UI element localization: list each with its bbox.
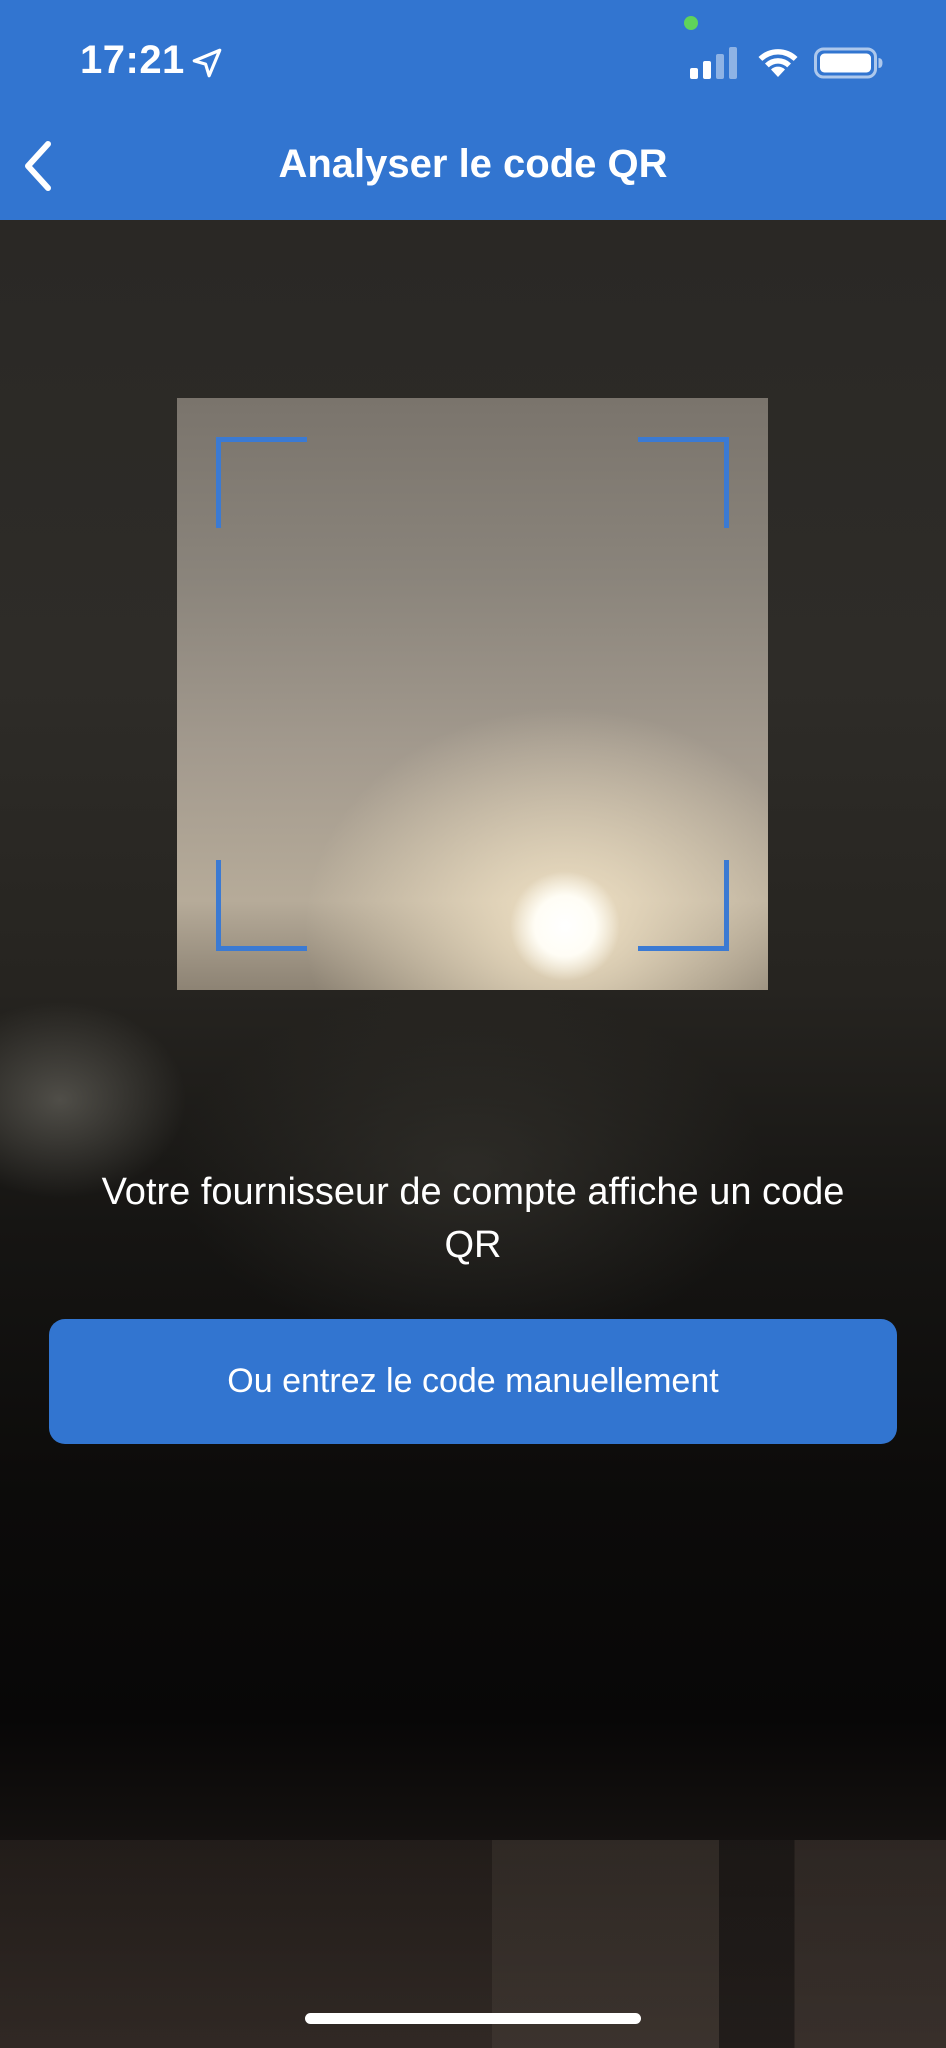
header-bar: 17:21 Analyser le code QR (0, 0, 946, 220)
enter-code-manually-label: Ou entrez le code manuellement (227, 1362, 719, 1400)
privacy-indicator-dot (684, 16, 698, 30)
scan-corner-top-right (638, 437, 729, 528)
scan-corner-bottom-right (638, 860, 729, 951)
enter-code-manually-button[interactable]: Ou entrez le code manuellement (49, 1319, 897, 1444)
signal-icon (690, 47, 737, 79)
scan-corner-top-left (216, 437, 307, 528)
page-title: Analyser le code QR (278, 142, 668, 186)
battery-icon (814, 47, 883, 79)
status-time: 17:21 (80, 38, 185, 82)
wifi-icon (758, 49, 798, 77)
home-indicator (305, 2013, 641, 2024)
scan-instruction-text: Votre fournisseur de compte affiche un c… (101, 1171, 845, 1266)
qr-scan-area (177, 398, 768, 990)
scan-corner-bottom-left (216, 860, 307, 951)
location-arrow-icon (192, 48, 222, 78)
